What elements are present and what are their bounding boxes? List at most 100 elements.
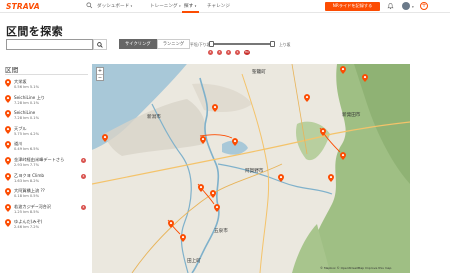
search-button[interactable] xyxy=(93,39,107,50)
segment-list-item[interactable]: SeichiLine 7.28 km 0.1% xyxy=(5,110,93,125)
map-segment-pin[interactable] xyxy=(340,66,346,76)
add-icon[interactable]: + xyxy=(420,2,428,10)
segment-distance-grade: 5.75 km 4.2% xyxy=(14,131,39,136)
map-attribution[interactable]: © Mapbox © OpenStreetMap Improve this ma… xyxy=(320,266,391,270)
map-pin-icon xyxy=(5,172,11,181)
category-badge: 4 xyxy=(208,50,213,55)
tab-running[interactable]: ランニング xyxy=(156,39,191,49)
category-badge: 4 xyxy=(81,158,86,163)
map-segment-pin[interactable] xyxy=(340,152,346,162)
map-segment-pin[interactable] xyxy=(198,184,204,194)
map-segment-pin[interactable] xyxy=(102,134,108,144)
map-pin-icon xyxy=(5,141,11,150)
map-pin-icon xyxy=(5,79,11,87)
category-badge: 4 xyxy=(81,204,86,210)
segment-list-item[interactable]: 乙ヨクヨ Climb 1.63 km 8.2% 4 xyxy=(5,173,93,188)
map-pin-icon xyxy=(5,203,11,212)
segment-list-item[interactable]: 若波カジデ~河合沢 1.25 km 8.5% 4 xyxy=(5,204,93,219)
activity-type-toggle: サイクリング ランニング xyxy=(119,39,191,49)
category-badge: 4 xyxy=(81,173,86,179)
nav-dashboard[interactable]: ダッシュボード ▾ xyxy=(97,3,132,9)
map-segment-pin[interactable] xyxy=(210,190,216,200)
segment-distance-grade: 0.49 km 6.5% xyxy=(14,147,39,152)
chevron-down-icon: ▾ xyxy=(130,4,133,8)
grade-slider-track[interactable] xyxy=(211,43,272,45)
segment-list-item[interactable]: ゆよんだ(みぞ) 2.46 km 7.2% xyxy=(5,219,93,234)
divider xyxy=(5,74,88,75)
user-avatar[interactable] xyxy=(402,2,410,10)
segment-search-input[interactable] xyxy=(6,39,93,50)
page-title: 区間を探索 xyxy=(6,25,63,38)
map-pin-icon xyxy=(5,219,11,228)
map-segment-pin[interactable] xyxy=(168,220,174,230)
segment-list-header: 区間 xyxy=(5,66,19,74)
map-label-seiro: 聖籠町 xyxy=(252,70,266,75)
grade-slider-handle-min[interactable] xyxy=(209,40,214,47)
map-segment-pin[interactable] xyxy=(212,104,218,114)
segment-list-item[interactable]: 天ブル 5.75 km 4.2% xyxy=(5,126,93,141)
segment-distance-grade: 0.56 km 5.1% xyxy=(14,85,39,89)
segment-distance-grade: 0.18 km 0.5% xyxy=(14,194,39,199)
segment-distance-grade: 7.28 km 0.1% xyxy=(14,100,39,105)
segment-distance-grade: 2.46 km 7.2% xyxy=(14,225,39,230)
segment-list-item[interactable]: 大阿賀橋上流 ?? 0.18 km 0.5% xyxy=(5,188,93,203)
map-segment-pin[interactable] xyxy=(320,128,326,138)
map-segment-pin[interactable] xyxy=(278,174,284,184)
slider-left-label: 平坦/下り坂 xyxy=(190,42,211,47)
segment-list-item[interactable]: 道川 0.49 km 6.5% xyxy=(5,141,93,156)
map-label-niigata: 新潟市 xyxy=(147,115,161,120)
category-badge: 2 xyxy=(226,50,231,55)
search-icon[interactable] xyxy=(86,2,93,9)
nav-dashboard-label: ダッシュボード xyxy=(97,4,130,9)
category-badge: HC xyxy=(244,50,250,55)
chevron-down-icon: ▾ xyxy=(194,4,197,8)
map-segment-pin[interactable] xyxy=(328,174,334,184)
nav-training-label: トレーニング xyxy=(150,4,178,9)
search-icon xyxy=(97,41,103,48)
grade-slider-handle-max[interactable] xyxy=(270,40,275,47)
nav-training[interactable]: トレーニング ▾ xyxy=(150,3,181,9)
map-pin-icon xyxy=(5,94,11,103)
category-badge: 1 xyxy=(235,50,240,55)
zoom-out-button[interactable]: − xyxy=(97,75,103,82)
map-zoom-control: + − xyxy=(96,67,104,81)
segment-map[interactable]: 聖籠町 新潟市 新発田市 阿賀野市 五泉市 田上町 xyxy=(92,64,410,273)
map-pin-icon xyxy=(5,110,11,119)
strava-logo[interactable]: STRAVA xyxy=(6,2,40,11)
map-label-shibata: 新発田市 xyxy=(342,113,361,118)
map-segment-pin[interactable] xyxy=(362,74,368,84)
segment-distance-grade: 7.28 km 0.1% xyxy=(14,116,39,121)
map-segment-pin[interactable] xyxy=(200,136,206,146)
map-pin-icon xyxy=(5,188,11,197)
segment-list-item[interactable]: 大栄坂 0.56 km 5.1% xyxy=(5,79,93,94)
nav-explore-label: 探す xyxy=(184,4,194,9)
segment-list-item[interactable]: 金津峠経由米峰デートさら 2.93 km 7.7% 4 xyxy=(5,157,93,172)
map-segment-pin[interactable] xyxy=(304,94,310,104)
top-navigation-bar: STRAVA ダッシュボード ▾ トレーニング ▾ 探す ▾ チャレンジ NRラ… xyxy=(0,0,450,13)
zoom-in-button[interactable]: + xyxy=(97,68,103,75)
notification-bell-icon[interactable] xyxy=(387,2,394,10)
map-label-gosen: 五泉市 xyxy=(214,229,228,234)
map-label-tagami: 田上町 xyxy=(187,259,201,264)
segment-distance-grade: 1.25 km 8.5% xyxy=(14,209,39,214)
segment-list-item[interactable]: SeichiLine 上り 7.28 km 0.1% xyxy=(5,95,93,110)
map-segment-pin[interactable] xyxy=(232,138,238,148)
segment-distance-grade: 2.93 km 7.7% xyxy=(14,163,39,167)
nav-challenges[interactable]: チャレンジ xyxy=(207,3,230,9)
nav-challenges-label: チャレンジ xyxy=(207,4,230,9)
chevron-down-icon[interactable]: ▾ xyxy=(412,5,414,9)
map-segment-pin[interactable] xyxy=(180,234,186,244)
active-nav-indicator xyxy=(182,11,199,13)
segment-distance-grade: 1.63 km 8.2% xyxy=(14,178,39,183)
map-segment-pin[interactable] xyxy=(214,204,220,214)
record-ride-button[interactable]: NRライドを記録する xyxy=(325,1,380,11)
map-label-agano: 阿賀野市 xyxy=(245,169,264,174)
climb-category-row: 4 3 2 1 HC xyxy=(208,50,250,55)
map-pin-icon xyxy=(5,125,11,134)
map-pin-icon xyxy=(5,157,11,165)
tab-cycling[interactable]: サイクリング xyxy=(119,39,157,49)
nav-explore[interactable]: 探す ▾ xyxy=(184,3,196,9)
chevron-down-icon: ▾ xyxy=(179,4,181,8)
category-badge: 3 xyxy=(217,50,222,55)
segment-name[interactable]: SeichiLine xyxy=(14,110,35,115)
